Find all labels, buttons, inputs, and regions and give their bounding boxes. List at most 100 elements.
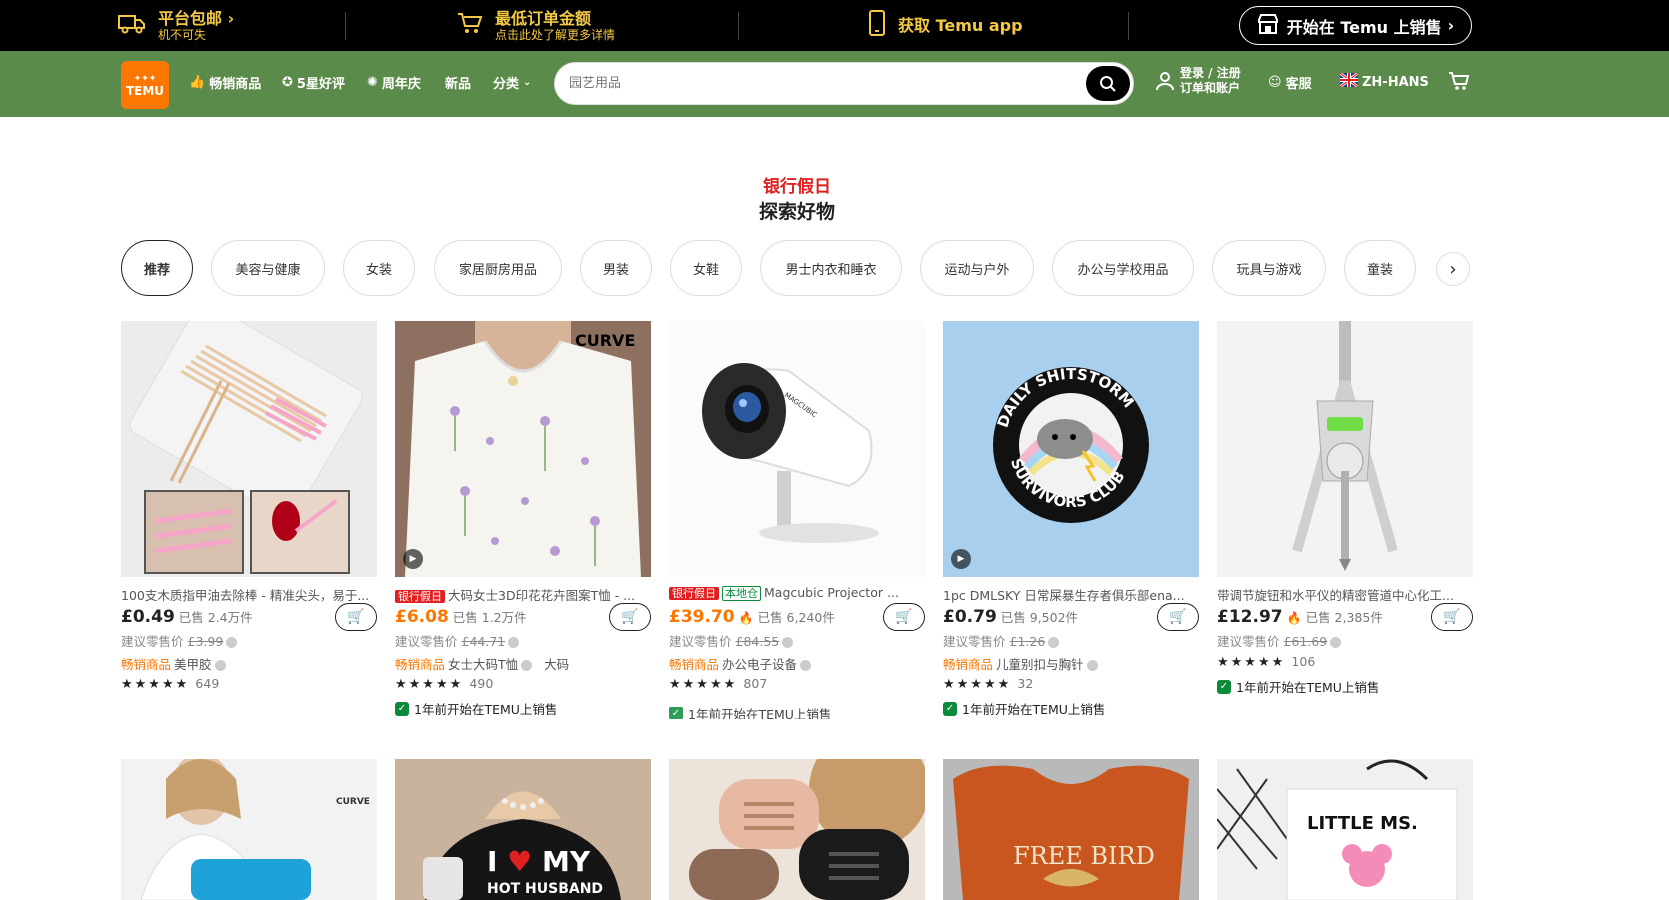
stars-icon: ★★★★★	[669, 677, 738, 692]
chip-toys[interactable]: 玩具与游戏	[1212, 240, 1326, 296]
price: £12.97	[1217, 607, 1283, 627]
category-row[interactable]: 畅销商品 女士大码T恤 大码	[395, 654, 569, 673]
nav-bestsellers[interactable]: 👍 畅销商品	[189, 73, 261, 92]
info-icon[interactable]	[1086, 660, 1098, 671]
rrp-label: 建议零售价	[1217, 634, 1280, 649]
chip-men-clothing[interactable]: 男装	[580, 240, 652, 296]
chip-women-clothing[interactable]: 女装	[343, 240, 415, 296]
product-card[interactable]	[669, 759, 925, 900]
bag-text: LITTLE MS.	[1307, 813, 1418, 834]
add-to-cart-button[interactable]: 🛒	[883, 603, 925, 631]
product-card[interactable]: LITTLE MS.	[1217, 759, 1473, 900]
rating: ★★★★★ 807	[669, 676, 767, 692]
chip-recommended[interactable]: 推荐	[121, 240, 193, 296]
product-image[interactable]: LITTLE MS.	[1217, 759, 1473, 900]
product-title[interactable]: 100支木质指甲油去除棒 - 精准尖头，易于...	[121, 585, 377, 604]
add-to-cart-button[interactable]: 🛒	[335, 603, 377, 631]
info-icon[interactable]	[782, 637, 794, 648]
account-menu[interactable]: 登录 / 注册 订单和账户	[1156, 66, 1241, 96]
free-shipping-banner[interactable]: 平台包邮 › 机不可失	[118, 0, 234, 51]
add-to-cart-button[interactable]: 🛒	[609, 603, 651, 631]
search-bar	[554, 62, 1134, 105]
info-icon[interactable]	[800, 660, 812, 671]
product-image[interactable]: CURVE ▶	[395, 321, 651, 577]
nav-categories[interactable]: 分类 ⌄	[493, 73, 531, 92]
chip-men-underwear[interactable]: 男士内衣和睡衣	[760, 240, 902, 296]
product-card[interactable]: CURVE	[121, 759, 377, 900]
chips-next-button[interactable]: ›	[1436, 252, 1470, 286]
start-selling-button[interactable]: 开始在 Temu 上销售 ›	[1239, 6, 1472, 45]
product-card[interactable]: FREE BIRD	[943, 759, 1199, 900]
play-icon[interactable]: ▶	[951, 549, 971, 569]
temu-logo[interactable]: ✦✦✦ TEMU	[121, 61, 169, 109]
sparkle-icon: ✺	[367, 75, 378, 90]
info-icon[interactable]	[214, 660, 226, 671]
nav-item-label: 畅销商品	[209, 77, 262, 92]
product-card[interactable]: 100支木质指甲油去除棒 - 精准尖头，易于... £0.49 已售 2.4万件 …	[121, 321, 377, 721]
shipping-subtitle: 机不可失	[158, 27, 207, 42]
product-image[interactable]	[1217, 321, 1473, 577]
info-icon[interactable]	[1330, 637, 1342, 648]
chevron-right-icon: ›	[1449, 258, 1457, 280]
info-icon[interactable]	[508, 637, 520, 648]
product-image[interactable]: I ♥ MY HOT HUSBAND	[395, 759, 651, 900]
product-title[interactable]: 银行假日 大码女士3D印花花卉图案T恤 - ...	[395, 585, 651, 604]
category-row[interactable]: 畅销商品 儿童别扣与胸针	[943, 654, 1098, 673]
seller-since: ✓ 1年前开始在TEMU上销售	[669, 707, 831, 719]
product-title[interactable]: 带调节旋钮和水平仪的精密管道中心化工...	[1217, 585, 1473, 604]
add-to-cart-button[interactable]: 🛒	[1157, 603, 1199, 631]
brand-text: CURVE	[336, 797, 370, 807]
review-count: 649	[195, 676, 220, 691]
product-image[interactable]: CURVE	[121, 759, 377, 900]
product-image[interactable]: FREE BIRD	[943, 759, 1199, 900]
rrp-row: 建议零售价 £44.71	[395, 631, 520, 650]
product-card[interactable]: DAILY SHITSTORM SURVIVORS CLUB ▶ 1pc DML…	[943, 321, 1199, 721]
product-card[interactable]: MAGCUBIC 银行假日 本地仓 Magcubic Projector ... £…	[669, 321, 925, 721]
search-input[interactable]	[569, 63, 1039, 104]
chip-sports[interactable]: 运动与户外	[920, 240, 1034, 296]
product-title[interactable]: 银行假日 本地仓 Magcubic Projector ...	[669, 585, 925, 601]
search-button[interactable]	[1086, 66, 1130, 101]
login-label: 登录 / 注册	[1180, 66, 1241, 80]
chip-home-kitchen[interactable]: 家居厨房用品	[434, 240, 562, 296]
rrp-price: £84.55	[735, 634, 780, 649]
cart-button[interactable]	[1448, 71, 1470, 91]
nav-five-star[interactable]: ✪ 5星好评	[282, 73, 345, 92]
uk-flag-icon	[1339, 71, 1359, 91]
info-icon[interactable]	[226, 637, 238, 648]
hot-label: 畅销商品	[395, 657, 446, 672]
rrp-row: 建议零售价 £3.99	[121, 631, 238, 650]
chip-kids[interactable]: 童装	[1344, 240, 1416, 296]
get-app-banner[interactable]: 获取 Temu app	[868, 0, 1023, 51]
product-image[interactable]: DAILY SHITSTORM SURVIVORS CLUB ▶	[943, 321, 1199, 577]
product-card[interactable]: CURVE ▶ 银行假日 大码女士3D印花花卉图案T恤 - ... £6.08 已售…	[395, 321, 651, 721]
product-image[interactable]: MAGCUBIC	[669, 321, 925, 577]
rrp-price: £1.26	[1009, 634, 1046, 649]
category-row[interactable]: 畅销商品 办公电子设备	[669, 654, 812, 673]
min-order-banner[interactable]: 最低订单金额 点击此处了解更多详情	[457, 0, 615, 51]
add-to-cart-button[interactable]: 🛒	[1431, 603, 1473, 631]
cart-plus-icon: 🛒	[1169, 609, 1187, 625]
product-image[interactable]	[121, 321, 377, 577]
chip-office[interactable]: 办公与学校用品	[1052, 240, 1194, 296]
info-icon[interactable]	[1048, 637, 1060, 648]
order-title: 最低订单金额	[495, 8, 592, 28]
product-image[interactable]	[669, 759, 925, 900]
check-icon: ✓	[943, 701, 957, 716]
nav-new[interactable]: 新品	[445, 73, 471, 92]
nav-anniversary[interactable]: ✺ 周年庆	[367, 73, 421, 92]
category-row[interactable]: 畅销商品 美甲胶	[121, 654, 226, 673]
language-selector[interactable]: ZH-HANS	[1339, 71, 1429, 91]
review-count: 807	[743, 676, 768, 691]
product-title[interactable]: 1pc DMLSKY 日常屎暴生存者俱乐部ena...	[943, 585, 1199, 604]
title-text: 100支木质指甲油去除棒 - 精准尖头，易于...	[121, 588, 370, 603]
title-text: 1pc DMLSKY 日常屎暴生存者俱乐部ena...	[943, 588, 1185, 603]
chip-women-shoes[interactable]: 女鞋	[670, 240, 742, 296]
product-card[interactable]: 带调节旋钮和水平仪的精密管道中心化工... £12.97 🔥 已售 2,385件 🛒…	[1217, 321, 1473, 721]
info-icon[interactable]	[521, 660, 533, 671]
play-icon[interactable]: ▶	[403, 549, 423, 569]
chip-beauty[interactable]: 美容与健康	[211, 240, 325, 296]
customer-service[interactable]: ☺ 客服	[1268, 73, 1312, 92]
chevron-right-icon: ›	[227, 8, 235, 28]
product-card[interactable]: I ♥ MY HOT HUSBAND	[395, 759, 651, 900]
